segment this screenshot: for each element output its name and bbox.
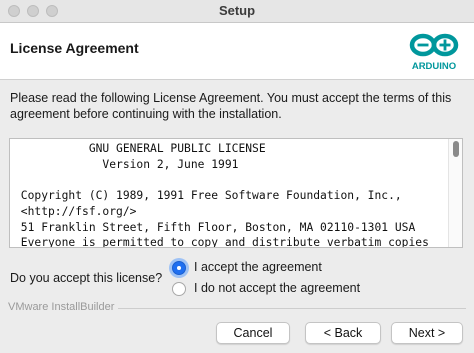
next-button[interactable]: Next > (391, 322, 463, 344)
decline-radio[interactable] (172, 282, 186, 296)
accept-question: Do you accept this license? (10, 271, 163, 285)
setup-window: Setup License Agreement ARDUINO Please r… (0, 0, 474, 353)
license-scrollbar-thumb[interactable] (453, 141, 459, 157)
arduino-logo-text: ARDUINO (412, 61, 456, 72)
header-panel: License Agreement ARDUINO (0, 23, 474, 80)
back-button[interactable]: < Back (305, 322, 381, 344)
cancel-button[interactable]: Cancel (216, 322, 290, 344)
arduino-logo: ARDUINO (409, 33, 459, 72)
window-title: Setup (218, 3, 256, 18)
accept-radio[interactable] (172, 261, 186, 275)
accept-radio-label[interactable]: I accept the agreement (194, 260, 322, 274)
page-title: License Agreement (10, 40, 139, 56)
license-scrollbar[interactable] (448, 139, 462, 247)
decline-radio-label[interactable]: I do not accept the agreement (194, 281, 360, 295)
intro-text: Please read the following License Agreem… (10, 91, 452, 121)
license-text-area[interactable]: GNU GENERAL PUBLIC LICENSE Version 2, Ju… (9, 138, 463, 248)
license-text: GNU GENERAL PUBLIC LICENSE Version 2, Ju… (20, 142, 429, 248)
installer-brand: VMware InstallBuilder (8, 301, 119, 313)
title-bar: Setup (0, 0, 474, 23)
